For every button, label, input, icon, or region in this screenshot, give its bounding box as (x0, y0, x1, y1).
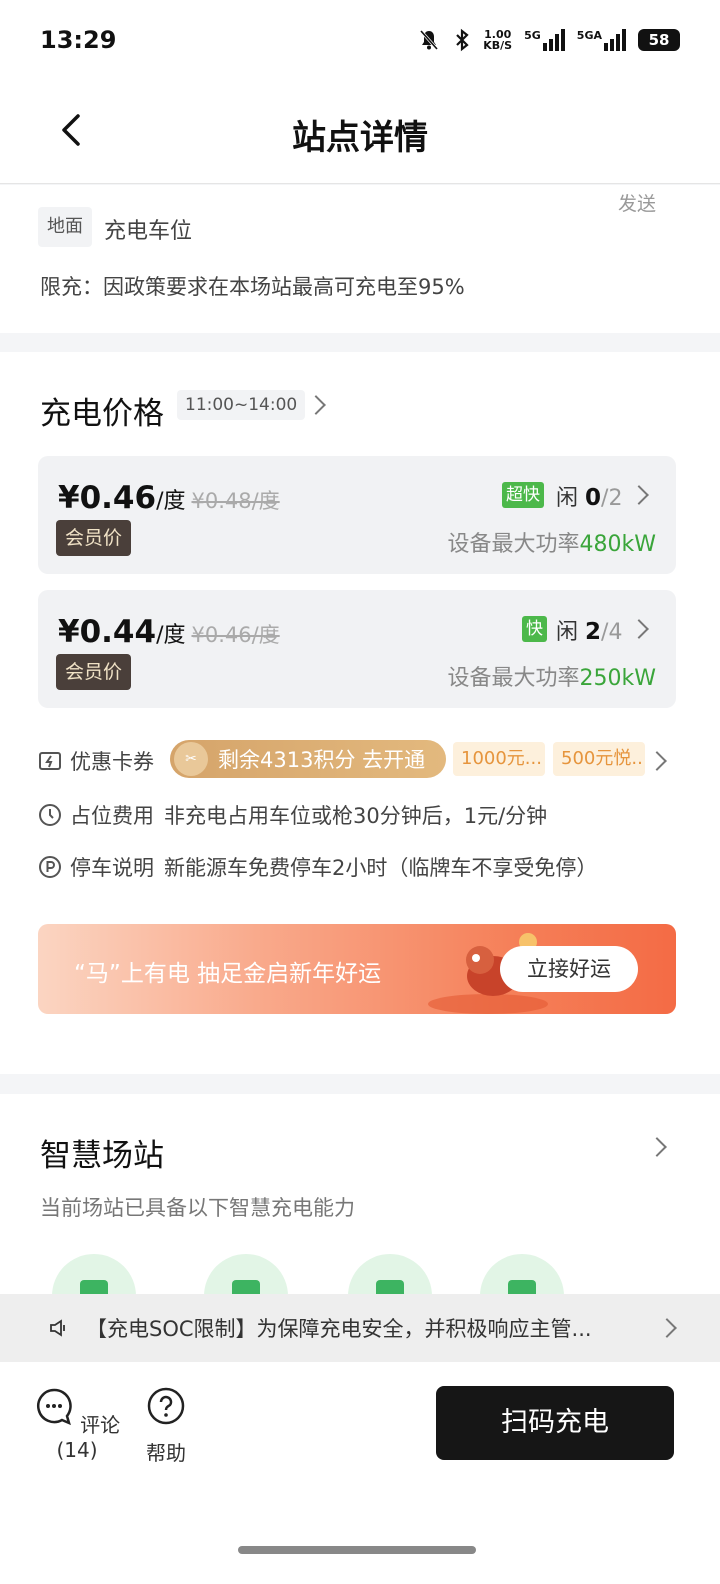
occupancy-label: 占位费用 (70, 804, 154, 828)
coupon-icon (39, 752, 61, 770)
scan-to-charge-button[interactable]: 扫码充电 (436, 1386, 674, 1460)
parking-text: 新能源车免费停车2小时（临牌车不享受免停） (164, 856, 598, 880)
signal-bars-icon (604, 29, 626, 51)
original-price: ¥0.46/度 (191, 623, 280, 647)
chevron-right-icon (629, 485, 649, 505)
coupon-row: 优惠卡券 (38, 746, 154, 776)
ground-tag: 地面 (38, 207, 92, 247)
parking-type-label: 充电车位 (104, 219, 193, 244)
notice-text: 【充电SOC限制】为保障充电安全，并积极响应主管... (86, 1317, 592, 1341)
price-display: ¥0.44 /度 ¥0.46/度 (58, 614, 280, 650)
status-time: 13:29 (40, 26, 117, 54)
idle-count: 闲 2/4 (556, 619, 623, 645)
member-price-tag: 会员价 (56, 654, 132, 690)
member-price-tag: 会员价 (56, 520, 132, 556)
price-item-fast[interactable]: ¥0.44 /度 ¥0.46/度 会员价 快 闲 2/4 设备最大功率250kW (38, 590, 676, 708)
chevron-right-icon[interactable] (647, 1137, 667, 1157)
charge-limit-text: 限充：因政策要求在本场站最高可充电至95% (40, 275, 465, 299)
occupancy-fee-row: 占位费用 非充电占用车位或枪30分钟后，1元/分钟 (38, 800, 547, 830)
chevron-right-icon (629, 619, 649, 639)
price-value: ¥0.44 (58, 614, 157, 650)
speed-tag: 超快 (502, 482, 544, 508)
scissors-icon: ✂ (174, 742, 208, 776)
price-unit: /度 (156, 623, 186, 648)
pricing-title: 充电价格 (40, 396, 164, 432)
comment-icon (36, 1388, 72, 1426)
signal-5ga: 5GA (577, 29, 626, 51)
coupon-label: 优惠卡券 (70, 750, 154, 774)
smart-station-section: 智慧场站 当前场站已具备以下智慧充电能力 (0, 1094, 720, 1338)
mute-bell-icon (420, 30, 439, 50)
speaker-icon (50, 1319, 65, 1337)
chevron-right-icon[interactable] (647, 751, 667, 771)
price-time-range: 11:00~14:00 (177, 390, 306, 420)
chevron-right-icon[interactable] (306, 395, 326, 415)
clock-icon (39, 804, 61, 826)
speed-tag: 快 (522, 616, 547, 642)
occupancy-text: 非充电占用车位或枪30分钟后，1元/分钟 (164, 804, 548, 828)
price-unit: /度 (156, 489, 186, 514)
parking-icon (39, 856, 61, 878)
smart-station-subtitle: 当前场站已具备以下智慧充电能力 (40, 1196, 355, 1220)
idle-count: 闲 0/2 (556, 485, 623, 511)
max-power: 设备最大功率250kW (447, 666, 657, 691)
pricing-section: 充电价格 11:00~14:00 ¥0.46 /度 ¥0.48/度 会员价 超快… (0, 352, 720, 1074)
help-button[interactable]: 帮助 (140, 1386, 192, 1466)
points-activate-button[interactable]: ✂ 剩余4313积分 去开通 (170, 740, 446, 778)
parking-info-row: 停车说明 新能源车免费停车2小时（临牌车不享受免停） (38, 852, 597, 882)
price-item-superfast[interactable]: ¥0.46 /度 ¥0.48/度 会员价 超快 闲 0/2 设备最大功率480k… (38, 456, 676, 574)
bottom-action-bar: 评论(14) 帮助 扫码充电 (0, 1362, 720, 1584)
promo-banner-button[interactable]: 立接好运 (500, 946, 638, 992)
status-icons: 1.00 KB/S 5G 5GA 58 (417, 28, 680, 52)
status-bar: 13:29 1.00 KB/S 5G 5GA 58 (0, 0, 720, 80)
send-link[interactable]: 发送 (618, 189, 656, 216)
network-speed: 1.00 KB/S (483, 28, 513, 52)
signal-5g: 5G (524, 29, 565, 51)
smart-station-title: 智慧场站 (40, 1138, 164, 1174)
price-value: ¥0.46 (58, 480, 157, 516)
promo-banner-text: “马”上有电 抽足金启新年好运 (74, 961, 382, 987)
station-info-card: 发送 地面 充电车位 限充：因政策要求在本场站最高可充电至95% (0, 185, 720, 333)
parking-label: 停车说明 (70, 856, 154, 880)
price-display: ¥0.46 /度 ¥0.48/度 (58, 480, 280, 516)
bluetooth-icon (456, 28, 469, 52)
max-power: 设备最大功率480kW (447, 532, 657, 557)
notice-bar[interactable]: 【充电SOC限制】为保障充电安全，并积极响应主管... (0, 1294, 720, 1362)
promo-banner[interactable]: “马”上有电 抽足金启新年好运 立接好运 (38, 924, 676, 1014)
help-icon (147, 1387, 185, 1425)
comment-button[interactable]: 评论(14) (32, 1386, 122, 1462)
signal-bars-icon (542, 29, 565, 51)
coupon-chip[interactable]: 500元悦.. (553, 742, 645, 776)
page-header: 站点详情 (0, 80, 720, 184)
coupon-chip[interactable]: 1000元... (453, 742, 545, 776)
original-price: ¥0.48/度 (191, 489, 280, 513)
home-indicator[interactable] (238, 1546, 476, 1554)
battery-indicator: 58 (638, 29, 680, 51)
page-title: 站点详情 (292, 118, 428, 158)
